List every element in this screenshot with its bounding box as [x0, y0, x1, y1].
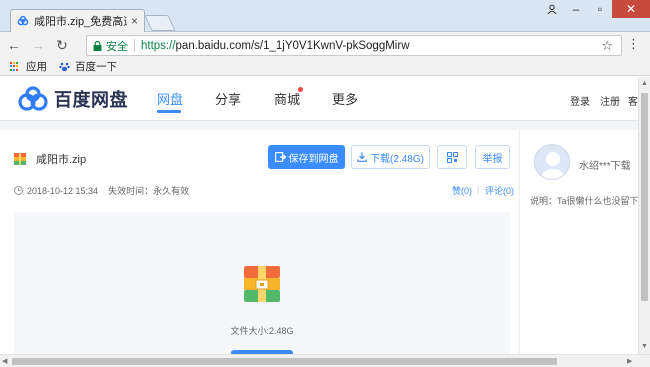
- maximize-icon[interactable]: ▫: [588, 0, 612, 18]
- like-link[interactable]: 赞(0): [452, 184, 472, 197]
- comment-link[interactable]: 评论(0): [485, 184, 514, 197]
- qr-code-icon: [446, 151, 458, 163]
- vertical-scroll-thumb[interactable]: [641, 93, 648, 301]
- uploader-description: 说明：Ta很懒什么也没留下。: [530, 196, 638, 206]
- address-bar[interactable]: 安全 https://pan.baidu.com/s/1_1jY0V1KwnV-…: [86, 35, 622, 56]
- save-to-netdisk-button[interactable]: 保存到网盘: [268, 145, 345, 169]
- expire-time: 失效时间：永久有效: [108, 186, 190, 196]
- uploader-name[interactable]: 水绍***下载: [579, 157, 631, 172]
- download-button[interactable]: 下载(2.48G): [351, 145, 430, 169]
- clock-icon: [14, 186, 23, 195]
- bookmark-baidu[interactable]: 百度一下: [59, 59, 117, 74]
- bookmark-apps[interactable]: 应用: [10, 59, 47, 74]
- site-logo[interactable]: 百度网盘: [17, 86, 128, 112]
- notification-dot: [298, 87, 303, 92]
- file-name: 咸阳市.zip: [36, 154, 87, 166]
- report-button-label: 举报: [482, 153, 503, 165]
- browser-menu-icon[interactable]: ⋮: [627, 37, 640, 50]
- apps-grid-icon: [10, 61, 20, 72]
- uploader-panel: 水绍***下载 说明：Ta很懒什么也没留下。: [519, 130, 638, 354]
- baidu-paw-icon: [59, 62, 70, 72]
- bookmark-star-icon[interactable]: ☆: [601, 38, 613, 54]
- nav-share[interactable]: 分享: [215, 89, 241, 108]
- omnibox-divider: [134, 39, 135, 52]
- bookmark-baidu-label: 百度一下: [75, 61, 117, 73]
- scroll-down-icon[interactable]: ▼: [641, 343, 648, 350]
- login-link[interactable]: 登录: [570, 93, 590, 108]
- baidu-cloud-logo-icon: [18, 86, 48, 111]
- meta-separator: |: [477, 184, 480, 194]
- url-scheme: https://: [141, 39, 176, 52]
- user-icon[interactable]: [540, 0, 564, 18]
- new-tab-button[interactable]: [144, 15, 176, 31]
- file-size: 文件大小:2.48G: [230, 326, 294, 336]
- page-content: 百度网盘 网盘 分享 商城 更多 登录 注册 客 咸阳市.zip 保存到网盘 下…: [0, 77, 638, 354]
- register-link[interactable]: 注册: [600, 93, 620, 108]
- bookmarks-bar: 应用 百度一下: [0, 58, 650, 76]
- browser-toolbar: ← → ↻ 安全 https://pan.baidu.com/s/1_1jY0V…: [0, 32, 650, 58]
- minimize-icon[interactable]: –: [564, 0, 588, 18]
- scroll-left-icon[interactable]: ◀: [2, 357, 7, 365]
- nav-mall[interactable]: 商城: [274, 89, 300, 108]
- qr-code-button[interactable]: [437, 145, 467, 169]
- back-icon[interactable]: ←: [4, 35, 24, 55]
- baidu-cloud-favicon-icon: [17, 15, 29, 26]
- default-avatar-icon: [541, 152, 565, 179]
- tab-close-icon[interactable]: ×: [131, 15, 138, 27]
- zip-archive-icon: [244, 266, 280, 302]
- download-icon: [357, 152, 367, 162]
- forward-icon[interactable]: →: [28, 35, 48, 55]
- report-button[interactable]: 举报: [475, 145, 510, 169]
- url-path: pan.baidu.com/s/1_1jY0V1KwnV-pkSoggMirw: [175, 39, 410, 52]
- nav-netdisk[interactable]: 网盘: [157, 89, 183, 108]
- file-meta: 2018-10-12 15:34 失效时间：永久有效: [14, 184, 189, 197]
- logo-text: 百度网盘: [54, 90, 128, 110]
- file-preview: 文件大小:2.48G: [14, 212, 510, 354]
- url-text: https://pan.baidu.com/s/1_1jY0V1KwnV-pkS…: [141, 40, 410, 52]
- scroll-right-icon[interactable]: ▶: [627, 357, 632, 365]
- horizontal-scroll-thumb[interactable]: [12, 358, 557, 365]
- title-bar: 咸阳市.zip_免费高速下载 × – ▫ ✕: [0, 0, 650, 32]
- secure-label: 安全: [106, 40, 128, 53]
- close-window-icon[interactable]: ✕: [612, 0, 650, 18]
- share-date: 2018-10-12 15:34: [27, 185, 99, 196]
- save-button-label: 保存到网盘: [288, 153, 339, 165]
- active-nav-indicator: [157, 110, 181, 113]
- site-header: 百度网盘 网盘 分享 商城 更多 登录 注册 客: [0, 77, 638, 121]
- vertical-scrollbar[interactable]: ▲ ▼: [638, 77, 650, 354]
- window-controls: – ▫ ✕: [540, 0, 650, 18]
- reload-icon[interactable]: ↻: [52, 35, 72, 55]
- horizontal-scrollbar[interactable]: ◀ ▶: [0, 354, 650, 367]
- bookmark-apps-label: 应用: [26, 61, 47, 73]
- browser-tab[interactable]: 咸阳市.zip_免费高速下载 ×: [10, 9, 145, 32]
- lock-icon: [93, 40, 102, 51]
- client-link[interactable]: 客: [628, 93, 638, 108]
- save-icon: [274, 152, 286, 162]
- zip-file-icon: [14, 153, 26, 165]
- file-card: 咸阳市.zip 保存到网盘 下载(2.48G) 举报 2018-10-12 15…: [0, 130, 519, 354]
- download-button-label: 下载(2.48G): [370, 153, 424, 165]
- nav-more[interactable]: 更多: [332, 89, 358, 108]
- file-title-row: 咸阳市.zip: [14, 151, 86, 167]
- tab-title: 咸阳市.zip_免费高速下载: [34, 16, 127, 28]
- scroll-up-icon[interactable]: ▲: [641, 80, 648, 87]
- avatar[interactable]: [534, 144, 570, 180]
